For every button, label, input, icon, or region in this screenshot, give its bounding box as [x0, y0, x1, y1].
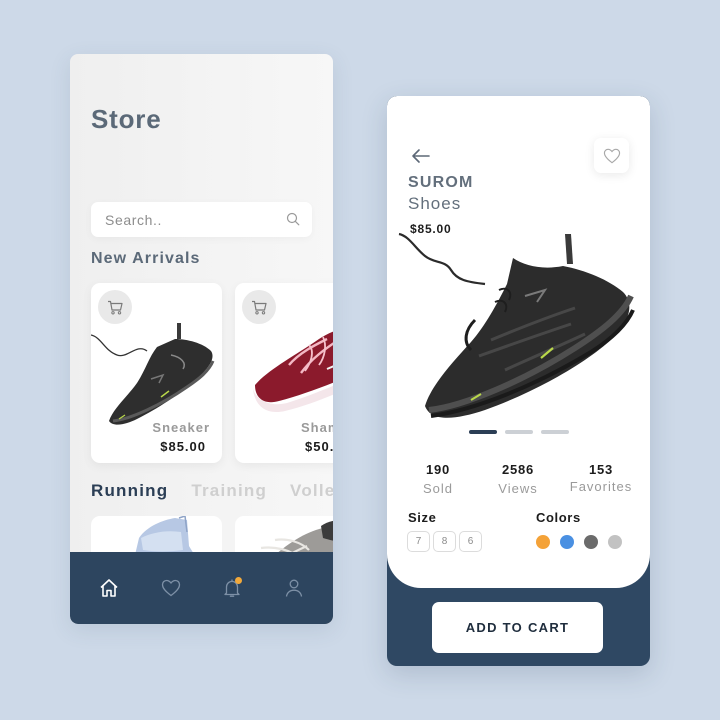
color-swatch-dark-grey[interactable]	[584, 535, 598, 549]
nav-notifications[interactable]	[212, 568, 252, 608]
product-image-burgundy-shoe	[253, 331, 333, 412]
carousel-dot[interactable]	[469, 430, 497, 434]
user-icon	[285, 579, 303, 597]
bottom-nav	[70, 552, 333, 624]
size-option[interactable]: 6	[459, 531, 482, 552]
image-carousel-indicator	[469, 430, 569, 434]
back-arrow-icon[interactable]	[409, 146, 433, 166]
favorite-button[interactable]	[594, 138, 629, 173]
color-swatch-orange[interactable]	[536, 535, 550, 549]
product-card[interactable]: Sham $50.	[235, 283, 333, 463]
home-icon	[100, 579, 118, 597]
search-bar[interactable]	[91, 202, 312, 237]
stat-label: Views	[498, 481, 538, 496]
carousel-dot[interactable]	[541, 430, 569, 434]
stat-label: Favorites	[569, 479, 633, 494]
carousel-dot[interactable]	[505, 430, 533, 434]
product-price: $85.00	[160, 439, 206, 454]
nav-favorites[interactable]	[151, 568, 191, 608]
add-to-cart-button[interactable]	[98, 290, 132, 324]
product-image-black-sneaker	[91, 323, 215, 425]
product-name: Sham	[301, 420, 333, 435]
stat-sold: 190 Sold	[403, 462, 473, 496]
heart-icon	[161, 579, 180, 597]
tab-volleyball[interactable]: Volle	[290, 481, 333, 501]
stat-views: 2586 Views	[483, 462, 553, 496]
add-to-cart-button[interactable]	[242, 290, 276, 324]
colors-label: Colors	[536, 510, 581, 525]
tab-training[interactable]: Training	[191, 481, 267, 501]
product-detail-screen: SUROM Shoes $85.00 190 Sold 2586 Views 1…	[387, 96, 650, 666]
color-swatch-blue[interactable]	[560, 535, 574, 549]
size-options: 7 8 6	[407, 531, 482, 552]
stat-label: Sold	[422, 481, 454, 496]
new-arrivals-heading: New Arrivals	[91, 250, 201, 267]
product-card[interactable]: Sneaker $85.00	[91, 283, 222, 463]
size-label: Size	[408, 510, 437, 525]
new-arrivals-list: Sneaker $85.00 Sham $50.	[91, 283, 333, 465]
size-option[interactable]: 7	[407, 531, 430, 552]
nav-home[interactable]	[89, 568, 129, 608]
size-option[interactable]: 8	[433, 531, 456, 552]
product-price: $50.	[305, 439, 333, 454]
cart-icon	[108, 300, 123, 315]
product-detail-card: SUROM Shoes $85.00 190 Sold 2586 Views 1…	[387, 96, 650, 588]
search-input[interactable]	[105, 202, 275, 237]
stat-value: 190	[425, 462, 451, 477]
color-swatch-light-grey[interactable]	[608, 535, 622, 549]
cart-icon	[252, 300, 267, 315]
color-options	[536, 535, 622, 549]
page-title: Store	[91, 104, 162, 134]
product-category: Shoes	[408, 194, 462, 213]
product-brand: SUROM	[408, 174, 474, 191]
stat-value: 153	[588, 462, 614, 477]
add-to-cart-button[interactable]: ADD TO CART	[432, 602, 603, 653]
category-tabs: Running Training Volle	[91, 481, 333, 501]
stat-value: 2586	[501, 462, 535, 477]
product-name: Sneaker	[152, 420, 210, 435]
search-icon[interactable]	[286, 212, 300, 226]
tab-running[interactable]: Running	[91, 481, 168, 501]
product-image-black-sneaker	[398, 232, 635, 418]
stat-favorites: 153 Favorites	[566, 462, 636, 494]
store-screen: Store New Arrivals	[70, 54, 333, 624]
nav-profile[interactable]	[274, 568, 314, 608]
heart-icon	[603, 148, 620, 163]
